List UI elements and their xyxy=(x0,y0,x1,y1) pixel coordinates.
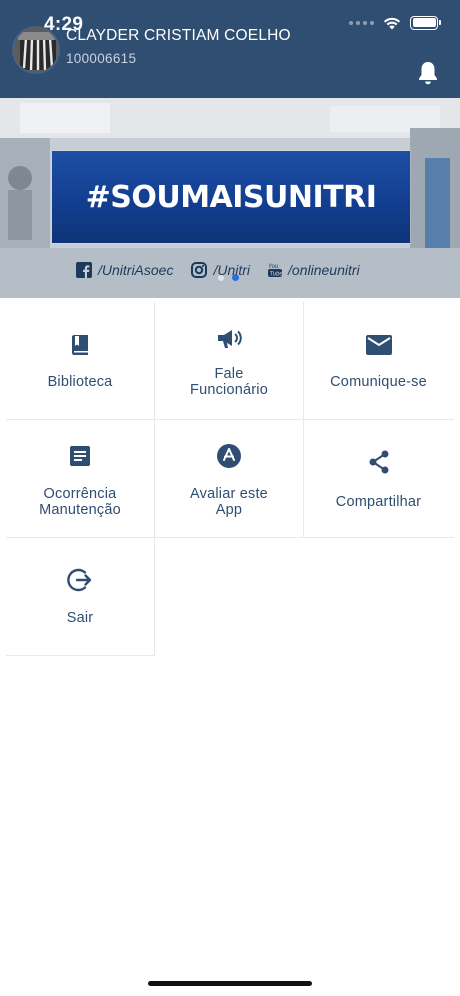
menu-grid: Biblioteca Fale Funcionário Comunique-se… xyxy=(6,302,454,656)
menu-label-biblioteca: Biblioteca xyxy=(47,374,113,390)
share-icon xyxy=(363,446,395,478)
app-header: 4:29 CLAYDER CRISTIAM COELHO 100006615 xyxy=(0,0,460,98)
bell-icon[interactable] xyxy=(416,60,440,86)
mail-icon xyxy=(363,329,395,361)
menu-item-fale-funcionario[interactable]: Fale Funcionário xyxy=(155,302,304,420)
menu-item-compartilhar[interactable]: Compartilhar xyxy=(304,420,453,538)
instagram-icon xyxy=(191,262,208,278)
book-icon xyxy=(64,329,96,361)
empty-cell xyxy=(155,538,304,656)
status-bar-right xyxy=(349,15,441,30)
battery-icon xyxy=(410,15,441,30)
promo-banner[interactable]: #SOUMAISUNITRI /UnitriAsoec /Unitri You … xyxy=(0,98,460,298)
menu-row: Biblioteca Fale Funcionário Comunique-se xyxy=(6,302,454,420)
empty-cell xyxy=(304,538,453,656)
user-id: 100006615 xyxy=(66,51,137,66)
menu-label-ocorrencia-manutencao: Ocorrência Manutenção xyxy=(39,486,121,518)
document-icon xyxy=(64,440,96,472)
menu-label-compartilhar: Compartilhar xyxy=(335,494,422,510)
cellular-signal-icon xyxy=(349,20,374,25)
menu-label-sair: Sair xyxy=(66,610,94,626)
social-facebook-label: /UnitriAsoec xyxy=(98,262,174,278)
logout-icon xyxy=(64,564,96,596)
menu-row: Ocorrência Manutenção Avaliar este App C… xyxy=(6,420,454,538)
carousel-dot[interactable] xyxy=(218,274,224,281)
megaphone-icon xyxy=(213,323,245,355)
menu-item-avaliar-app[interactable]: Avaliar este App xyxy=(155,420,304,538)
banner-headline-box: #SOUMAISUNITRI xyxy=(52,151,410,243)
social-facebook[interactable]: /UnitriAsoec xyxy=(76,262,173,278)
menu-label-avaliar-app: Avaliar este App xyxy=(190,486,268,518)
carousel-dot-active[interactable] xyxy=(232,274,239,281)
social-youtube-label: /onlineunitri xyxy=(288,262,360,278)
carousel-indicator[interactable] xyxy=(218,274,239,281)
menu-item-biblioteca[interactable]: Biblioteca xyxy=(6,302,155,420)
menu-item-sair[interactable]: Sair xyxy=(6,538,155,656)
menu-label-fale-funcionario: Fale Funcionário xyxy=(190,366,268,398)
menu-label-comunique-se: Comunique-se xyxy=(330,374,427,390)
avatar[interactable] xyxy=(12,26,60,74)
banner-headline: #SOUMAISUNITRI xyxy=(85,179,377,215)
user-name: CLAYDER CRISTIAM COELHO xyxy=(66,27,291,44)
svg-text:Tube: Tube xyxy=(270,272,283,278)
facebook-icon xyxy=(76,262,92,278)
wifi-icon xyxy=(383,17,401,30)
menu-row: Sair xyxy=(6,538,454,656)
menu-item-ocorrencia-manutencao[interactable]: Ocorrência Manutenção xyxy=(6,420,155,538)
app-store-icon xyxy=(213,440,245,472)
menu-item-comunique-se[interactable]: Comunique-se xyxy=(304,302,453,420)
home-indicator[interactable] xyxy=(148,981,312,986)
social-youtube[interactable]: You Tube /onlineunitri xyxy=(268,262,360,278)
youtube-icon: You Tube xyxy=(268,264,283,278)
